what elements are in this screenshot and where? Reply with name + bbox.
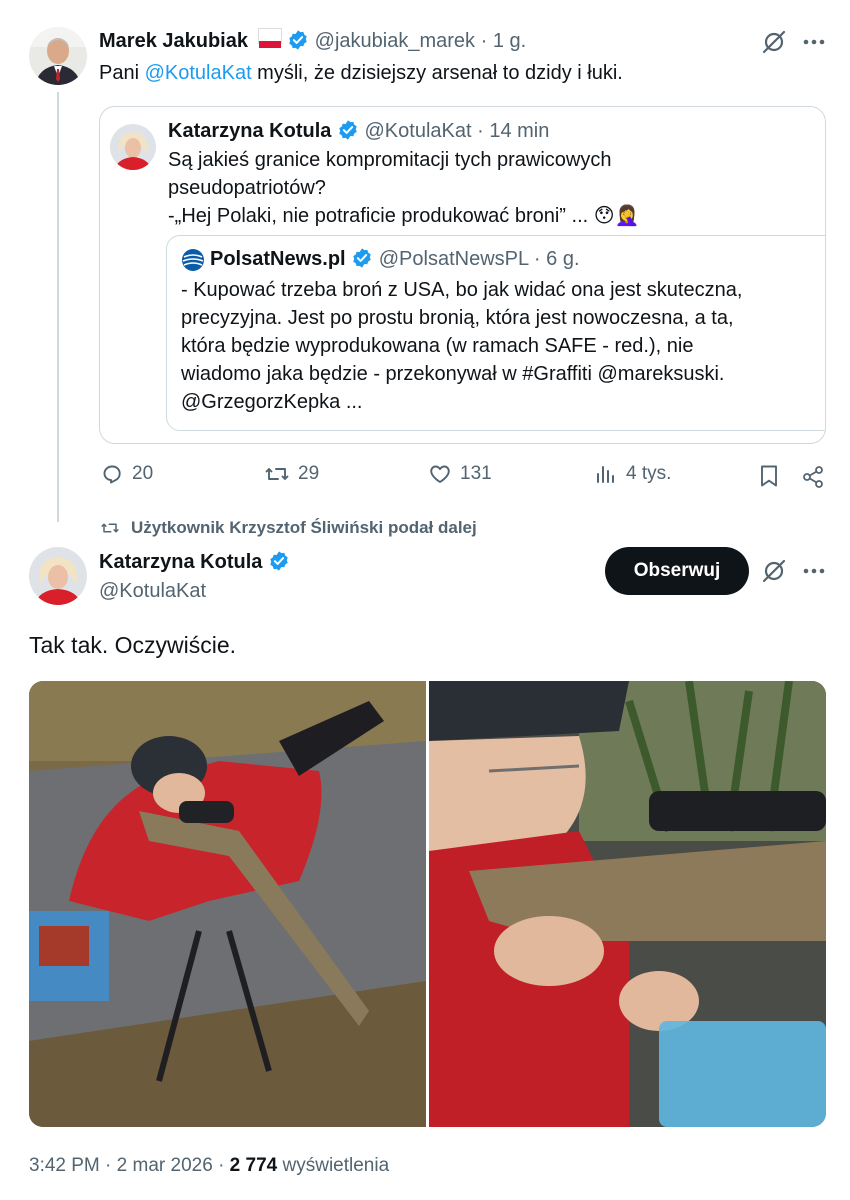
reply-button[interactable]: 20 [100, 462, 153, 486]
reply-count: 20 [132, 463, 154, 484]
tweet-photo-2[interactable] [429, 681, 826, 1127]
follow-button[interactable]: Obserwuj [605, 547, 749, 595]
nested-time: 6 g. [546, 248, 580, 270]
separator: · [218, 1155, 225, 1176]
nested-quoted-tweet[interactable]: PolsatNews.pl @PolsatNewsPL · 6 g. - Kup… [166, 235, 825, 431]
quote-line: pseudopatriotów? [168, 177, 326, 199]
author-name[interactable]: Katarzyna Kotula [99, 551, 262, 573]
views-chart-icon [597, 466, 614, 483]
bookmark-icon[interactable] [756, 463, 782, 489]
grok-icon[interactable] [758, 556, 790, 586]
nested-header: PolsatNews.pl @PolsatNewsPL · 6 g. [210, 246, 580, 272]
views-button[interactable]: 4 tys. [594, 462, 671, 486]
emoji-group: 😯🤦‍♀️ [593, 205, 640, 227]
tweet-time[interactable]: 3:42 PM [29, 1155, 100, 1176]
tweet1-text: Pani @KotulaKat myśli, że dzisiejszy ars… [99, 59, 623, 87]
author-handle[interactable]: @jakubiak_marek [315, 30, 475, 52]
heart-icon [430, 465, 450, 483]
nested-line: @GrzegorzKepka ... [181, 391, 363, 413]
reply-icon [103, 465, 121, 484]
tweet-meta: 3:42 PM · 2 mar 2026 · 2 774 wyświetleni… [29, 1153, 389, 1179]
separator: · [105, 1155, 112, 1176]
nested-line: która będzie wyprodukowana (w ramach SAF… [181, 335, 694, 357]
thread-line [57, 92, 59, 522]
separator: · [480, 30, 488, 52]
repost-banner-text: Użytkownik Krzysztof Śliwiński podał dal… [131, 518, 477, 537]
quote-handle: @KotulaKat [364, 120, 472, 142]
nested-author-name: PolsatNews.pl [210, 248, 346, 270]
nested-text: - Kupować trzeba broń z USA, bo jak wida… [181, 276, 742, 416]
nested-line: - Kupować trzeba broń z USA, bo jak wida… [181, 279, 743, 301]
tweet-photo-1[interactable] [29, 681, 426, 1127]
views-count: 4 tys. [626, 463, 672, 484]
quote-line: Są jakieś granice kompromitacji tych pra… [168, 149, 612, 171]
repost-icon [265, 468, 289, 480]
avatar-kotula[interactable] [29, 547, 87, 605]
more-options-icon[interactable] [800, 27, 828, 57]
tweet1-header: Marek Jakubiak @jakubiak_marek · 1 g. [99, 28, 526, 54]
flag-icon [257, 28, 282, 48]
verified-badge-icon [337, 119, 359, 141]
views-count: 2 774 [229, 1155, 278, 1176]
tweet2-author: Katarzyna Kotula [99, 549, 290, 575]
quote-time: 14 min [489, 120, 550, 142]
mention-link[interactable]: @KotulaKat [145, 62, 252, 84]
repost-banner[interactable]: Użytkownik Krzysztof Śliwiński podał dal… [99, 518, 477, 538]
repost-button[interactable]: 29 [264, 462, 319, 486]
tweet-time[interactable]: 1 g. [493, 30, 526, 52]
quote-author-name: Katarzyna Kotula [168, 120, 332, 142]
views-label: wyświetlenia [282, 1155, 390, 1176]
quote-line: -„Hej Polaki, nie potraficie produkować … [168, 205, 589, 227]
avatar-kotula-small [110, 124, 156, 170]
like-button[interactable]: 131 [428, 462, 492, 486]
tweet2-text: Tak tak. Oczywiście. [29, 632, 237, 658]
nested-line: wiadomo jaka będzie - przekonywał w #Gra… [181, 363, 725, 385]
quoted-tweet[interactable]: Katarzyna Kotula @KotulaKat · 14 min Są … [99, 106, 826, 444]
verified-badge-icon [268, 550, 290, 572]
verified-badge-icon [287, 29, 309, 51]
separator: · [477, 120, 484, 142]
nested-handle: @PolsatNewsPL [378, 248, 529, 270]
quote-text: Są jakieś granice kompromitacji tych pra… [168, 146, 640, 230]
text-prefix: Pani [99, 62, 145, 84]
quote-header: Katarzyna Kotula @KotulaKat · 14 min [168, 118, 549, 144]
like-count: 131 [460, 463, 492, 484]
text-suffix: myśli, że dzisiejszy arsenał to dzidy i … [251, 62, 623, 84]
polsat-logo-icon [181, 248, 205, 272]
share-icon[interactable] [799, 463, 827, 491]
avatar-marek[interactable] [29, 27, 87, 85]
separator: · [533, 248, 541, 270]
verified-badge-icon [351, 247, 373, 269]
repost-count: 29 [298, 463, 320, 484]
grok-icon[interactable] [758, 27, 790, 57]
repost-icon [101, 523, 119, 533]
more-options-icon[interactable] [800, 556, 828, 586]
author-handle[interactable]: @KotulaKat [99, 578, 206, 604]
tweet-date[interactable]: 2 mar 2026 [117, 1155, 213, 1176]
nested-line: precyzyjna. Jest po prostu bronią, która… [181, 307, 734, 329]
author-name[interactable]: Marek Jakubiak [99, 30, 248, 52]
